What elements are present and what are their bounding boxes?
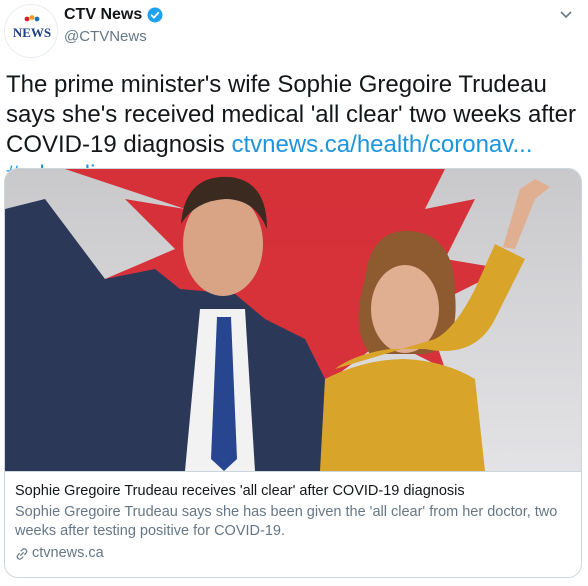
card-domain-text[interactable]: ctvnews.ca: [32, 544, 104, 563]
handle[interactable]: @CTVNews: [64, 28, 147, 45]
card-image[interactable]: [5, 169, 581, 471]
avatar[interactable]: NEWS: [4, 4, 58, 58]
link-card[interactable]: Sophie Gregoire Trudeau receives 'all cl…: [4, 168, 582, 578]
verified-badge-icon: [147, 7, 163, 23]
card-body[interactable]: Sophie Gregoire Trudeau receives 'all cl…: [5, 471, 581, 577]
display-name-text[interactable]: CTV News: [64, 6, 142, 24]
card-domain[interactable]: ctvnews.ca: [15, 544, 571, 563]
card-description: Sophie Gregoire Trudeau says she has bee…: [15, 504, 558, 539]
tweet-link[interactable]: ctvnews.ca/health/coronav...: [231, 131, 532, 158]
display-name[interactable]: CTV News: [64, 6, 164, 24]
avatar-logo: NEWS: [13, 25, 51, 40]
chevron-down-icon[interactable]: [554, 4, 578, 28]
card-title[interactable]: Sophie Gregoire Trudeau receives 'all cl…: [15, 482, 571, 501]
link-icon: [16, 547, 28, 560]
tweet: NEWS CTV News @CTVNews The prime ministe…: [0, 0, 588, 586]
